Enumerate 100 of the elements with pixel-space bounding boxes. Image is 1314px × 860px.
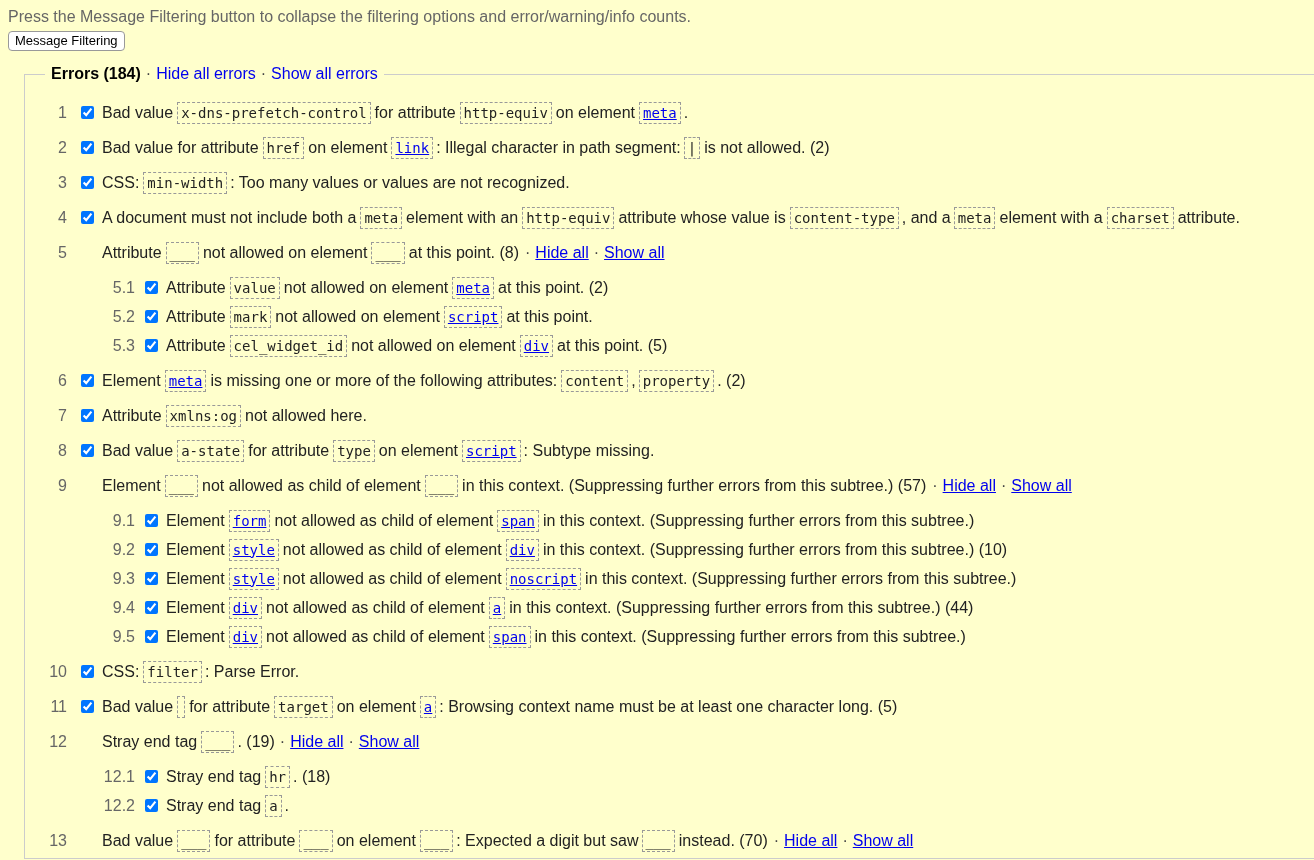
code-value: a-state	[177, 439, 245, 462]
code-value: type	[333, 439, 375, 462]
message-text: Element	[102, 370, 161, 391]
element-link[interactable]: div	[228, 625, 262, 648]
message-text: Stray end tag	[102, 731, 198, 752]
element-link[interactable]: style	[228, 538, 279, 561]
element-link[interactable]: form	[228, 509, 271, 532]
message-text: in this context. (Suppressing further errors from this subtree.)	[534, 626, 966, 647]
element-link[interactable]: link	[391, 136, 434, 159]
message-text: not allowed on element	[283, 277, 449, 298]
message-number: 4	[57, 207, 68, 228]
message-text: instead. (70)	[678, 830, 768, 851]
element-link[interactable]: style	[228, 567, 279, 590]
element-link[interactable]: div	[228, 596, 262, 619]
message-number: 6	[57, 370, 68, 391]
show-all-link[interactable]: Show all	[1011, 473, 1072, 498]
element-link[interactable]: meta	[164, 369, 207, 392]
element-link[interactable]: span	[488, 625, 531, 648]
hide-all-link[interactable]: Hide all errors	[156, 63, 256, 85]
message-text: : Subtype missing.	[523, 440, 655, 461]
message-text: not allowed as child of element	[266, 597, 485, 618]
code-value: content	[561, 369, 629, 392]
message-text: , and a	[901, 207, 951, 228]
message-checkbox[interactable]	[145, 572, 158, 585]
message-checkbox[interactable]	[81, 141, 94, 154]
message-text: CSS:	[102, 172, 140, 193]
code-value: xmlns:og	[165, 404, 242, 427]
message-text: : Expected a digit but saw	[456, 830, 639, 851]
message-number: 5.2	[111, 306, 136, 327]
message-text: .	[284, 795, 290, 816]
message-checkbox[interactable]	[81, 700, 94, 713]
code-value: href	[262, 136, 305, 159]
message-text: . (19)	[237, 731, 275, 752]
message-number: 9.1	[111, 510, 136, 531]
hide-all-link[interactable]: Hide all	[290, 729, 344, 754]
message-checkbox[interactable]	[145, 281, 158, 294]
message-checkbox[interactable]	[81, 211, 94, 224]
message-checkbox[interactable]	[145, 799, 158, 812]
message-text: attribute.	[1177, 207, 1240, 228]
element-link[interactable]: div	[519, 334, 554, 357]
message-checkbox[interactable]	[81, 409, 94, 422]
message-text: at this point. (8)	[408, 242, 520, 263]
message-number: 1	[57, 102, 68, 123]
message-text: : Parse Error.	[204, 661, 300, 682]
show-all-link[interactable]: Show all	[358, 729, 420, 754]
message-checkbox[interactable]	[145, 601, 158, 614]
show-all-link[interactable]: Show all	[604, 240, 665, 265]
message-checkbox[interactable]	[81, 374, 94, 387]
element-link[interactable]: script	[443, 305, 503, 328]
message-text: element with a	[999, 207, 1103, 228]
message-checkbox[interactable]	[81, 665, 94, 678]
message-text: for attribute	[374, 102, 456, 123]
message-number: 9.3	[111, 568, 136, 589]
message-checkbox[interactable]	[145, 770, 158, 783]
message-checkbox[interactable]	[145, 339, 158, 352]
element-link[interactable]: script	[462, 439, 521, 462]
element-link[interactable]: span	[497, 509, 539, 532]
message-text: in this context. (Suppressing further errors from this subtree.)	[585, 568, 1017, 589]
message-text: Element	[166, 626, 225, 647]
code-value: x-dns-prefetch-control	[177, 101, 371, 124]
message-text: on element	[378, 440, 458, 461]
message-filtering-button[interactable]: Message Filtering	[8, 31, 125, 51]
hide-all-link[interactable]: Hide all	[784, 828, 838, 853]
message-checkbox[interactable]	[145, 630, 158, 643]
message-text: is missing one or more of the following attributes:	[210, 370, 558, 391]
message-text: not allowed as child of element	[274, 510, 494, 531]
element-link[interactable]: a	[419, 695, 437, 718]
message-text: on element	[336, 830, 416, 851]
code-value: ___	[419, 829, 454, 852]
message-text: in this context. (Suppressing further errors from this subtree.) (57)	[462, 475, 927, 496]
message-text: not allowed on element	[275, 306, 440, 327]
hide-all-link[interactable]: Hide all	[535, 240, 589, 265]
element-link[interactable]: meta	[639, 101, 681, 124]
message-checkbox[interactable]	[81, 176, 94, 189]
message-text: at this point. (5)	[557, 335, 668, 356]
separator-dot: ·	[593, 242, 600, 263]
code-value: ___	[164, 474, 198, 497]
message-text: Bad value	[102, 696, 174, 717]
message-text: Element	[102, 475, 161, 496]
message-text: element with an	[406, 207, 519, 228]
message-checkbox[interactable]	[81, 106, 94, 119]
separator-dot: ·	[842, 830, 848, 851]
message-checkbox[interactable]	[145, 310, 158, 323]
message-checkbox[interactable]	[145, 543, 158, 556]
message-checkbox[interactable]	[145, 514, 158, 527]
message-number: 9.5	[111, 626, 136, 647]
show-all-link[interactable]: Show all	[852, 828, 914, 853]
element-link[interactable]: div	[505, 538, 539, 561]
message-checkbox[interactable]	[81, 444, 94, 457]
separator-dot: ·	[932, 475, 938, 496]
element-link[interactable]: meta	[452, 276, 495, 299]
message-text: Element	[166, 539, 225, 560]
element-link[interactable]: noscript	[505, 567, 582, 590]
element-link[interactable]: a	[488, 596, 506, 619]
show-all-link[interactable]: Show all errors	[271, 63, 378, 85]
hide-all-link[interactable]: Hide all	[942, 473, 996, 498]
message-number: 3	[57, 172, 68, 193]
code-value: http-equiv	[459, 101, 552, 124]
message-text: Element	[166, 568, 225, 589]
code-value: ___	[165, 241, 199, 264]
